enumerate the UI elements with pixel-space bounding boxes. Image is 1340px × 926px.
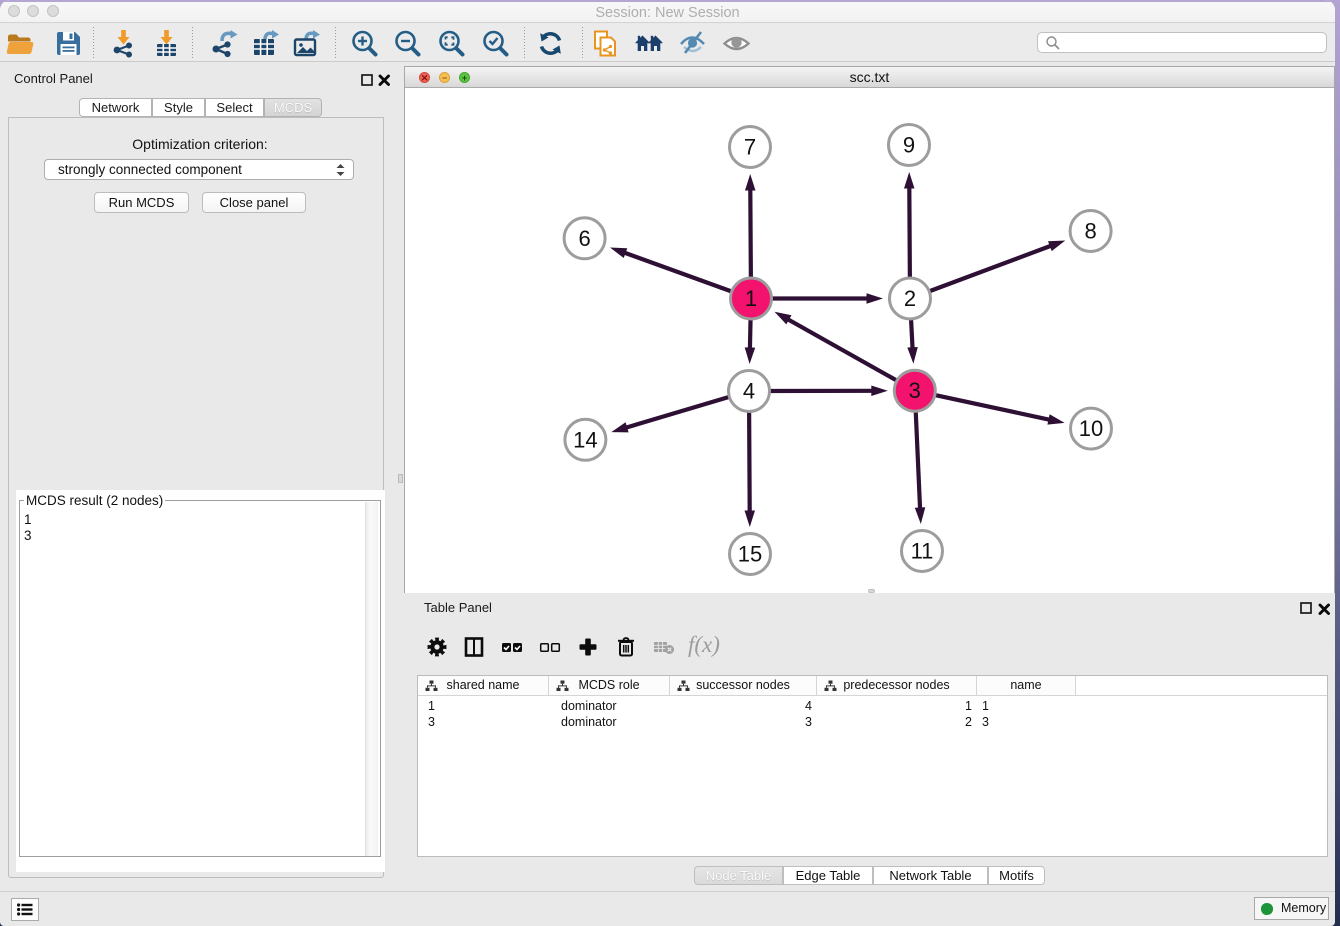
svg-text:9: 9 <box>903 133 915 158</box>
svg-text:7: 7 <box>744 135 756 160</box>
svg-text:4: 4 <box>743 379 755 404</box>
svg-text:14: 14 <box>573 427 597 452</box>
svg-text:15: 15 <box>738 542 762 567</box>
svg-text:3: 3 <box>909 378 921 403</box>
svg-text:1: 1 <box>745 286 757 311</box>
svg-text:6: 6 <box>578 226 590 251</box>
svg-text:8: 8 <box>1084 219 1096 244</box>
svg-text:2: 2 <box>904 286 916 311</box>
svg-text:10: 10 <box>1079 416 1103 441</box>
svg-text:11: 11 <box>911 539 934 564</box>
